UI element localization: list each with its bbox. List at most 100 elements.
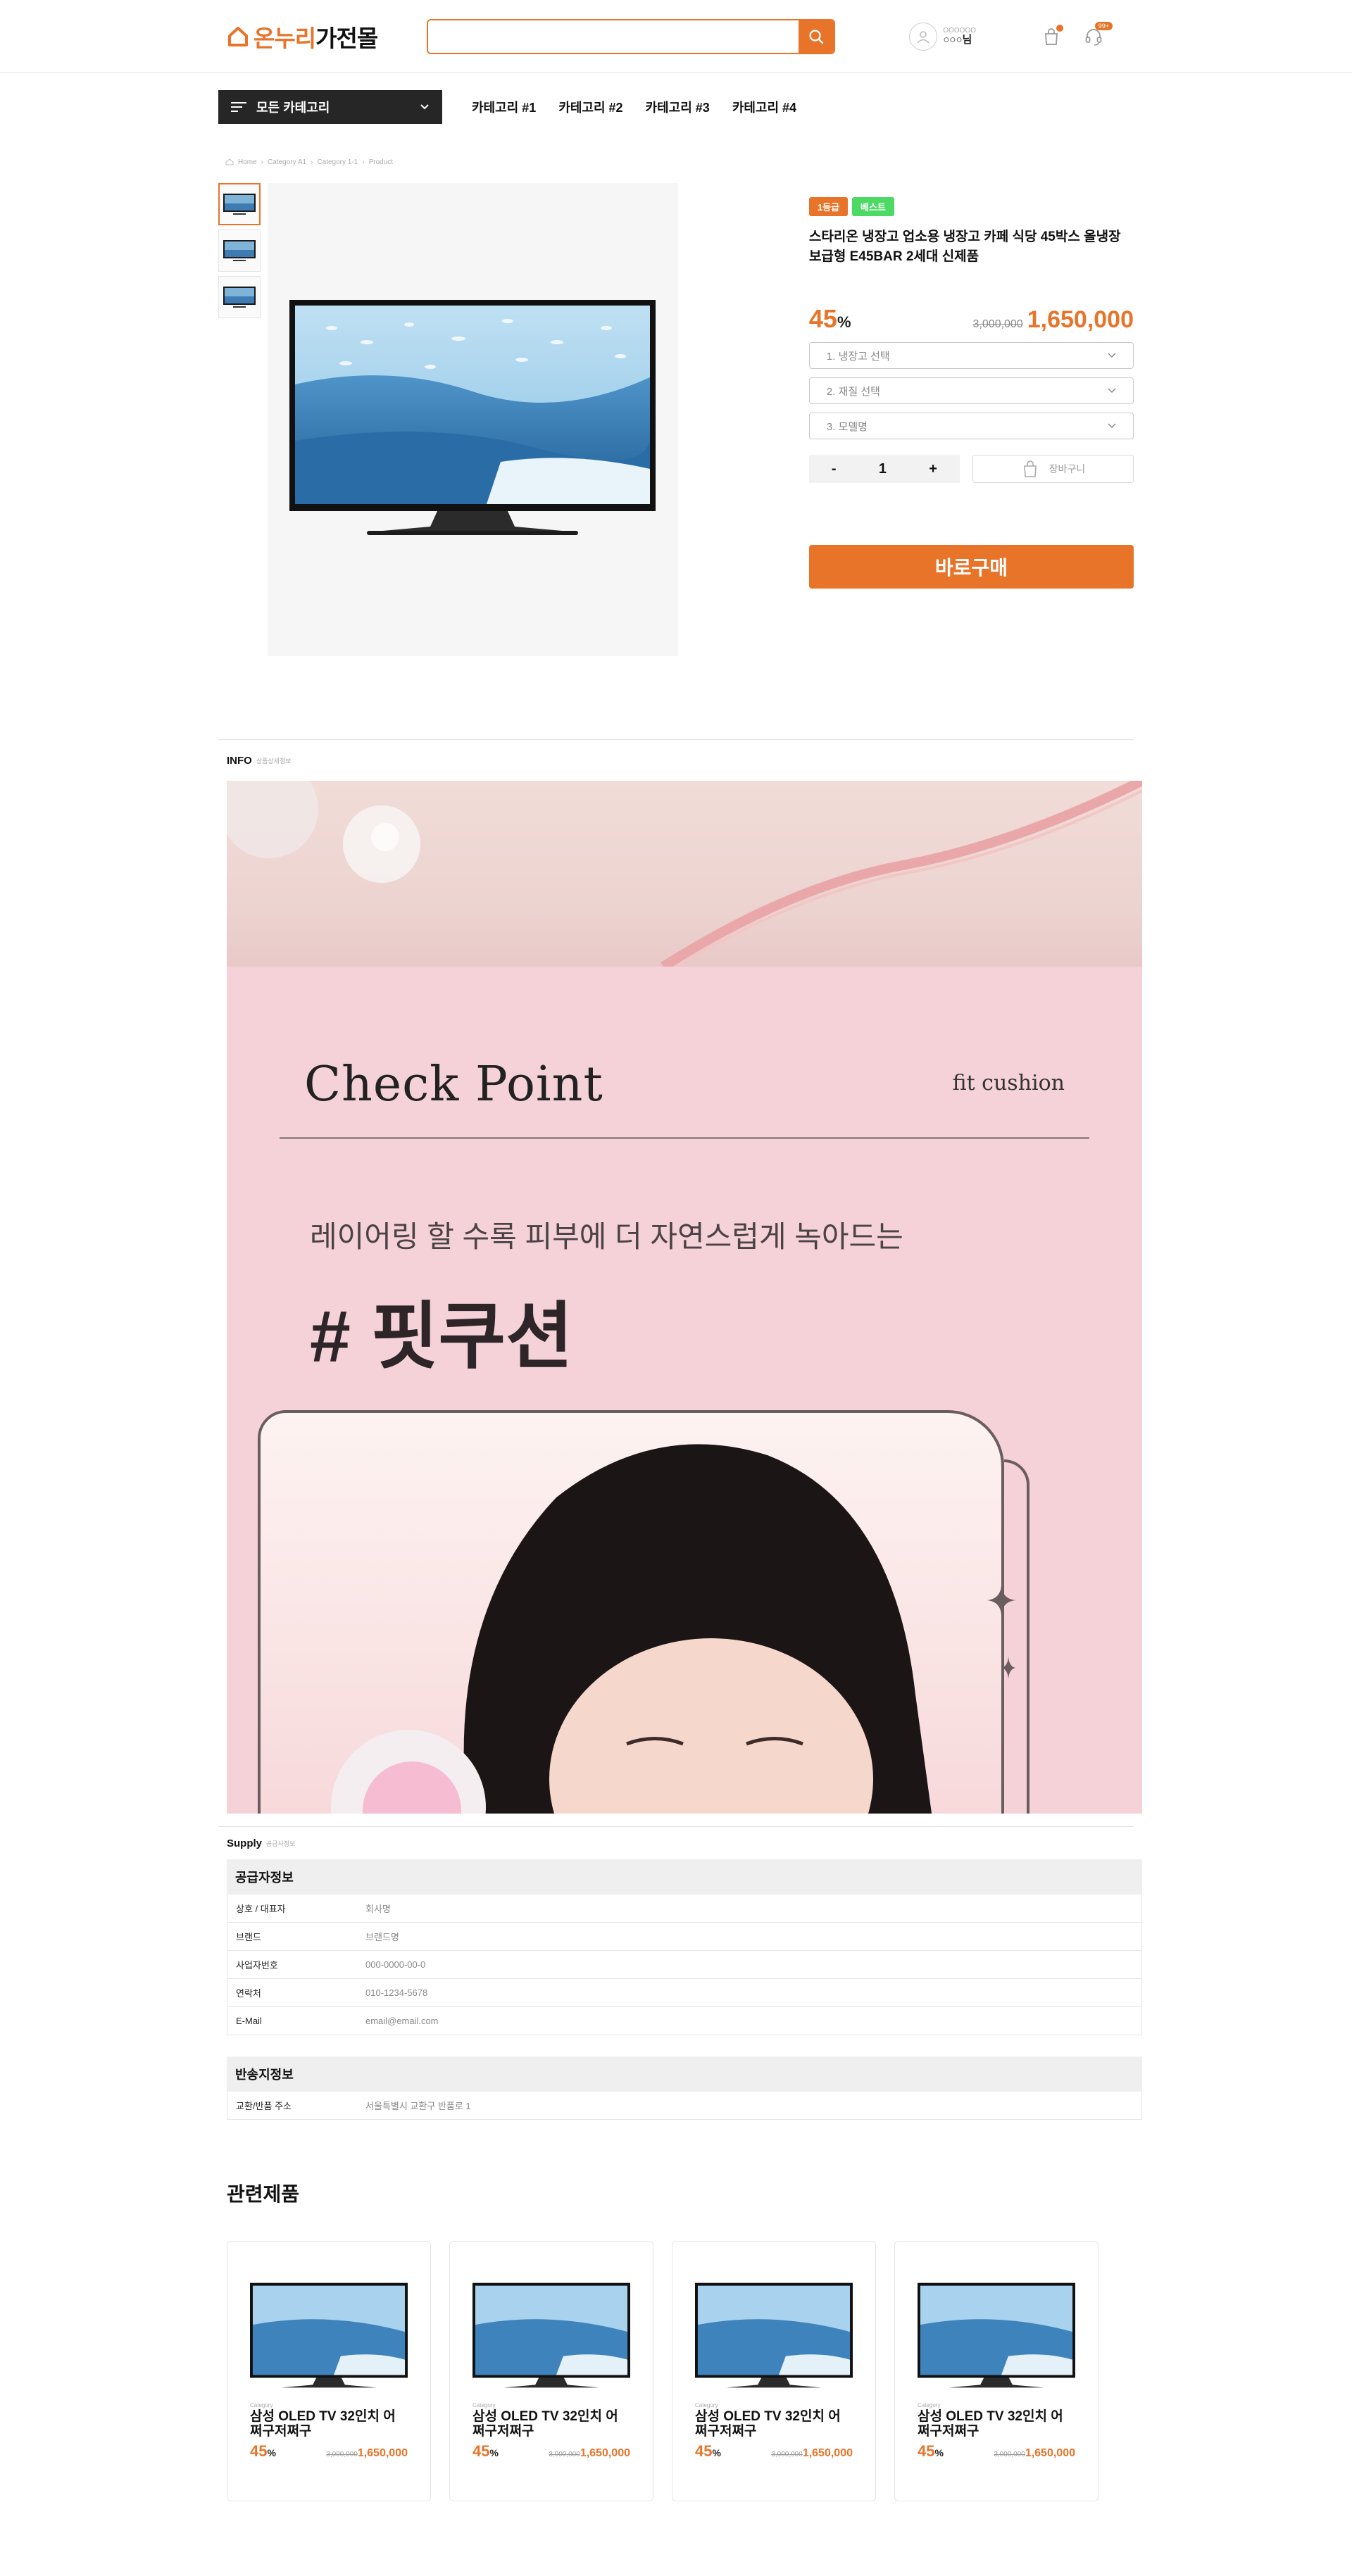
supply-section-header: Supply 공급사정보 — [218, 1827, 1134, 1859]
site-header: 온누리가전몰 OOOOOO ○○○님 99+ — [0, 0, 1352, 73]
product-thumbnail — [918, 2281, 1075, 2394]
product-category: Category — [695, 2402, 718, 2408]
search-button[interactable] — [799, 20, 834, 53]
check-point-description: 레이어링 할 수록 피부에 더 자연스럽게 녹아드는 — [310, 1220, 903, 1253]
product-detail-banner: Check Point fit cushion 레이어링 할 수록 피부에 더 … — [227, 781, 1142, 1814]
table-row: E-Mail email@email.com — [227, 2007, 1142, 2035]
qty-minus-button[interactable]: - — [832, 461, 837, 477]
related-product-card[interactable]: Category 삼성 OLED TV 32인치 어쩌구저쩌구 45% 3,00… — [449, 2241, 653, 2501]
chevron-down-icon — [1108, 388, 1116, 394]
check-point-subtitle: fit cushion — [952, 1071, 1065, 1095]
nav-link-category-3[interactable]: 카테고리 #3 — [646, 98, 710, 116]
check-point-title: Check Point — [304, 1057, 603, 1112]
check-point-rule — [280, 1137, 1089, 1139]
original-price: 3,000,000 — [771, 2450, 803, 2458]
search-input[interactable] — [428, 20, 799, 53]
discount-rate: 45 — [695, 2442, 713, 2460]
related-products-list: Category 삼성 OLED TV 32인치 어쩌구저쩌구 45% 3,00… — [227, 2241, 1134, 2501]
table-row: 상호 / 대표자 회사명 — [227, 1895, 1142, 1923]
related-product-card[interactable]: Category 삼성 OLED TV 32인치 어쩌구저쩌구 45% 3,00… — [672, 2241, 876, 2501]
sale-price: 1,650,000 — [580, 2446, 630, 2459]
product-name: 삼성 OLED TV 32인치 어쩌구저쩌구 — [695, 2409, 841, 2439]
qty-value[interactable]: 1 — [879, 461, 887, 477]
product-thumbnail — [250, 2281, 408, 2394]
support-badge: 99+ — [1094, 22, 1113, 30]
sparkle-icon — [987, 1586, 1015, 1679]
related-product-card[interactable]: Category 삼성 OLED TV 32인치 어쩌구저쩌구 45% 3,00… — [227, 2241, 431, 2501]
return-info-table: 반송지정보 교환/반품 주소 서울특별시 교환구 반품로 1 — [227, 2056, 1142, 2120]
thumbnail-list — [218, 183, 261, 739]
option-select-2[interactable]: 2. 재질 선택 — [808, 377, 1134, 405]
tv-product-image — [250, 2282, 408, 2388]
cart-shortcut[interactable] — [1039, 25, 1063, 49]
user-name: ○○○님 — [943, 34, 972, 46]
add-to-cart-button[interactable]: 장바구니 — [972, 455, 1134, 484]
menu-icon — [231, 102, 246, 112]
support-shortcut[interactable]: 99+ — [1082, 22, 1113, 49]
option-label: 2. 재질 선택 — [826, 385, 880, 398]
banner-top-image — [227, 781, 1142, 971]
option-label: 1. 냉장고 선택 — [826, 350, 890, 363]
supply-title: Supply — [227, 1837, 263, 1849]
discount-rate: 45 — [250, 2442, 268, 2460]
quantity-stepper: - 1 + — [808, 455, 960, 484]
tv-product-image — [289, 300, 656, 535]
home-icon[interactable] — [225, 158, 234, 165]
buy-now-button[interactable]: 바로구매 — [808, 545, 1134, 589]
site-logo[interactable]: 온누리가전몰 — [227, 23, 406, 51]
thumbnail-3[interactable] — [218, 276, 261, 318]
search-bar — [427, 19, 835, 54]
info-title: INFO — [227, 754, 252, 767]
related-products-title: 관련제품 — [227, 2183, 300, 2205]
chevron-down-icon — [1108, 423, 1116, 429]
breadcrumb-cat1[interactable]: Category A1 — [268, 158, 306, 166]
info-section-header: INFO 상품상세정보 — [218, 740, 1134, 781]
sale-price: 1,650,000 — [357, 2446, 408, 2459]
nav-link-category-4[interactable]: 카테고리 #4 — [732, 98, 796, 116]
discount-unit: % — [837, 313, 851, 332]
cart-dot — [1056, 25, 1063, 32]
original-price: 3,000,000 — [326, 2450, 358, 2458]
nav-link-category-1[interactable]: 카테고리 #1 — [472, 98, 536, 116]
product-category: Category — [918, 2402, 941, 2408]
thumbnail-1[interactable] — [218, 183, 261, 225]
all-categories-button[interactable]: 모든 카테고리 — [218, 90, 442, 124]
product-title: 스타리온 냉장고 업소용 냉장고 카페 식당 45박스 올냉장 보급형 E45B… — [808, 230, 1121, 264]
tv-thumbnail-image — [223, 240, 256, 261]
breadcrumb-cat2[interactable]: Category 1-1 — [317, 158, 358, 166]
discount-rate: 45 — [472, 2442, 490, 2460]
house-logo-icon — [228, 27, 248, 46]
tv-product-image — [695, 2282, 853, 2388]
option-label: 3. 모델명 — [826, 420, 868, 433]
option-select-3[interactable]: 3. 모델명 — [808, 413, 1134, 440]
chevron-down-icon — [420, 104, 429, 110]
product-name: 삼성 OLED TV 32인치 어쩌구저쩌구 — [472, 2409, 618, 2439]
pearl-ribbon-image — [227, 781, 1142, 971]
model-photo — [331, 1444, 932, 1814]
info-subtitle: 상품상세정보 — [256, 757, 292, 765]
product-thumbnail — [695, 2281, 853, 2394]
sale-price: 1,650,000 — [1027, 306, 1134, 334]
qty-plus-button[interactable]: + — [929, 461, 937, 477]
breadcrumb-home[interactable]: Home — [238, 158, 257, 166]
thumbnail-2[interactable] — [218, 230, 261, 272]
original-price: 3,000,000 — [549, 2450, 580, 2458]
user-menu[interactable]: OOOOOO ○○○님 — [909, 23, 976, 51]
table-row: 교환/반품 주소 서울특별시 교환구 반품로 1 — [227, 2092, 1142, 2120]
option-select-1[interactable]: 1. 냉장고 선택 — [808, 342, 1134, 370]
product-thumbnail — [472, 2281, 630, 2394]
main-nav: 모든 카테고리 카테고리 #1 카테고리 #2 카테고리 #3 카테고리 #4 — [0, 73, 1352, 141]
search-icon — [809, 30, 824, 44]
logo-accent: 온누리 — [254, 25, 316, 51]
original-price: 3,000,000 — [994, 2450, 1025, 2458]
sale-price: 1,650,000 — [802, 2446, 853, 2459]
nav-link-category-2[interactable]: 카테고리 #2 — [558, 98, 622, 116]
sale-price: 1,650,000 — [1025, 2446, 1075, 2459]
discount-rate: 45 — [808, 304, 837, 334]
logo-main: 가전몰 — [315, 25, 378, 51]
supply-subtitle: 공급사정보 — [266, 1840, 296, 1847]
product-category: Category — [472, 2402, 496, 2408]
supplier-info-table: 공급자정보 상호 / 대표자 회사명 브랜드 브랜드명 사업자번호 000-0000-… — [227, 1859, 1142, 2035]
tv-product-image — [472, 2282, 630, 2388]
related-product-card[interactable]: Category 삼성 OLED TV 32인치 어쩌구저쩌구 45% 3,00… — [894, 2241, 1098, 2501]
